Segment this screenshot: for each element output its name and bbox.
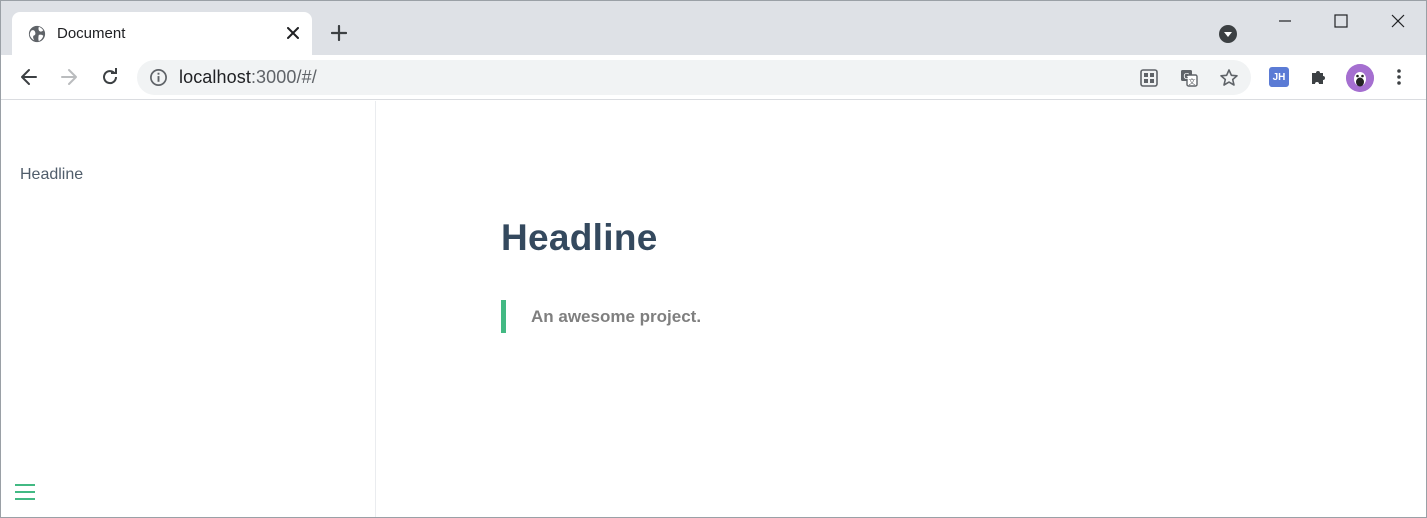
new-tab-button[interactable] — [327, 21, 351, 45]
main-content: Headline An awesome project. — [377, 101, 1426, 517]
back-button[interactable] — [17, 65, 41, 89]
bookmark-star-button[interactable] — [1218, 67, 1240, 89]
qr-code-button[interactable] — [1138, 67, 1160, 89]
browser-toolbar: localhost:3000/#/ G 文 JH — [1, 55, 1426, 100]
star-icon — [1220, 69, 1238, 86]
page-viewport: Headline Headline An awesome project. — [1, 101, 1426, 517]
page-title: Headline — [501, 217, 658, 258]
tab-search-button[interactable] — [1218, 24, 1238, 44]
address-bar[interactable]: localhost:3000/#/ G 文 — [137, 60, 1251, 95]
profile-avatar[interactable] — [1346, 64, 1374, 92]
minimize-button[interactable] — [1273, 9, 1297, 33]
sidebar-item-headline[interactable]: Headline — [20, 166, 83, 184]
forward-button[interactable] — [57, 65, 81, 89]
arrow-right-icon — [61, 69, 77, 85]
blockquote: An awesome project. — [501, 300, 701, 333]
translate-button[interactable]: G 文 — [1178, 67, 1200, 89]
maximize-button[interactable] — [1329, 9, 1353, 33]
plus-icon — [331, 25, 347, 41]
tab-title: Document — [57, 25, 126, 42]
tab-strip: Document — [1, 1, 1426, 55]
info-icon[interactable] — [149, 68, 168, 87]
extension-jh-button[interactable]: JH — [1269, 67, 1289, 87]
reload-button[interactable] — [98, 65, 122, 89]
url-path: :3000/#/ — [250, 67, 317, 87]
puzzle-icon — [1312, 71, 1325, 84]
maximize-icon — [1334, 14, 1348, 28]
qr-code-icon — [1140, 69, 1158, 87]
translate-icon: G 文 — [1181, 70, 1198, 87]
extensions-button[interactable] — [1307, 65, 1331, 89]
svg-text:文: 文 — [1189, 77, 1196, 86]
url-text[interactable]: localhost:3000/#/ — [179, 67, 317, 88]
blockquote-text: An awesome project. — [531, 306, 702, 326]
close-icon — [287, 27, 299, 39]
chevron-down-circle-icon — [1219, 25, 1237, 43]
active-tab[interactable]: Document — [12, 12, 312, 55]
url-host: localhost — [179, 67, 251, 87]
more-vert-icon — [1397, 69, 1401, 85]
arrow-left-icon — [21, 69, 37, 85]
avatar-icon — [1346, 64, 1374, 92]
reload-icon — [103, 68, 118, 85]
close-window-button[interactable] — [1386, 9, 1410, 33]
browser-menu-button[interactable] — [1389, 65, 1409, 89]
sidebar: Headline — [1, 101, 376, 517]
browser-window: Document localhost:3000/#/ G 文 JH Headli… — [0, 0, 1427, 518]
hamburger-menu-icon[interactable] — [14, 481, 36, 503]
minimize-icon — [1279, 20, 1291, 22]
close-tab-button[interactable] — [282, 22, 304, 44]
close-icon — [1391, 14, 1405, 28]
globe-icon — [28, 25, 46, 43]
